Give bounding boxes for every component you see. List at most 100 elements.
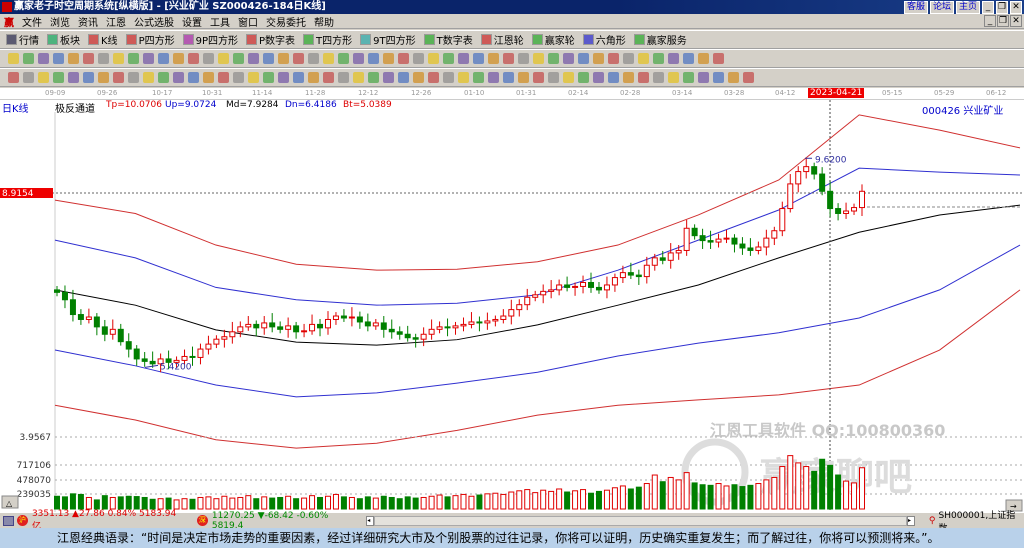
scroll-right-button[interactable]: ▸: [906, 515, 915, 526]
tool-icon[interactable]: [593, 72, 604, 83]
tool-icon[interactable]: [503, 53, 514, 64]
toolbar-button-4[interactable]: 9P四方形: [182, 32, 238, 47]
mdi-minimize-button[interactable]: _: [984, 15, 996, 27]
minimize-button[interactable]: _: [982, 1, 994, 14]
toolbar-button-12[interactable]: 赢家服务: [633, 32, 687, 47]
toolbar-button-7[interactable]: 9T四方形: [360, 32, 416, 47]
tool-icon[interactable]: [503, 72, 514, 83]
tool-icon[interactable]: [278, 53, 289, 64]
tool-icon[interactable]: [68, 53, 79, 64]
tool-icon[interactable]: [488, 53, 499, 64]
tool-icon[interactable]: [518, 53, 529, 64]
tool-icon[interactable]: [563, 53, 574, 64]
tool-icon[interactable]: [413, 72, 424, 83]
tool-icon[interactable]: [233, 53, 244, 64]
tool-icon[interactable]: [413, 53, 424, 64]
tool-icon[interactable]: [563, 72, 574, 83]
tool-icon[interactable]: [68, 72, 79, 83]
tool-icon[interactable]: [638, 53, 649, 64]
menu-help[interactable]: 帮助: [314, 14, 334, 29]
tool-icon[interactable]: [338, 53, 349, 64]
calculator-icon[interactable]: [3, 515, 14, 526]
tool-icon[interactable]: [578, 53, 589, 64]
mdi-close-button[interactable]: ✕: [1010, 15, 1022, 27]
tool-icon[interactable]: [428, 72, 439, 83]
toolbar-button-11[interactable]: 六角形: [582, 32, 626, 47]
toolbar-button-6[interactable]: T四方形: [303, 32, 352, 47]
toolbar-button-3[interactable]: P四方形: [125, 32, 175, 47]
tool-icon[interactable]: [218, 53, 229, 64]
tool-icon[interactable]: [38, 53, 49, 64]
tool-icon[interactable]: [668, 72, 679, 83]
tool-icon[interactable]: [683, 72, 694, 83]
tool-icon[interactable]: [473, 53, 484, 64]
tool-icon[interactable]: [293, 53, 304, 64]
menu-news[interactable]: 资讯: [78, 14, 98, 29]
tool-icon[interactable]: [173, 72, 184, 83]
tool-icon[interactable]: [428, 53, 439, 64]
tool-icon[interactable]: [668, 53, 679, 64]
tool-icon[interactable]: [338, 72, 349, 83]
tool-icon[interactable]: [728, 72, 739, 83]
tool-icon[interactable]: [713, 72, 724, 83]
tool-icon[interactable]: [383, 53, 394, 64]
tool-icon[interactable]: [443, 72, 454, 83]
tool-icon[interactable]: [458, 53, 469, 64]
menu-gann[interactable]: 江恩: [106, 14, 126, 29]
tool-icon[interactable]: [98, 53, 109, 64]
menu-trade[interactable]: 交易委托: [266, 14, 306, 29]
kline-chart[interactable]: 3.9567 717106 478070 239035 江恩工具软件 QQ:100800…: [0, 100, 1024, 512]
tool-icon[interactable]: [653, 53, 664, 64]
tool-icon[interactable]: [518, 72, 529, 83]
tool-icon[interactable]: [398, 53, 409, 64]
tool-icon[interactable]: [188, 72, 199, 83]
tool-icon[interactable]: [23, 53, 34, 64]
tool-icon[interactable]: [533, 53, 544, 64]
tool-icon[interactable]: [83, 72, 94, 83]
menu-file[interactable]: 文件: [22, 14, 42, 29]
menu-window[interactable]: 窗口: [238, 14, 258, 29]
tool-icon[interactable]: [308, 53, 319, 64]
tool-icon[interactable]: [443, 53, 454, 64]
link-service[interactable]: 客服: [903, 1, 928, 14]
tool-icon[interactable]: [203, 72, 214, 83]
tool-icon[interactable]: [128, 72, 139, 83]
tool-icon[interactable]: [218, 72, 229, 83]
tool-icon[interactable]: [113, 53, 124, 64]
tool-icon[interactable]: [593, 53, 604, 64]
tool-icon[interactable]: [473, 72, 484, 83]
tool-icon[interactable]: [623, 72, 634, 83]
tool-icon[interactable]: [368, 72, 379, 83]
tool-icon[interactable]: [248, 72, 259, 83]
tool-icon[interactable]: [23, 72, 34, 83]
toolbar-button-2[interactable]: K线: [88, 32, 118, 47]
tool-icon[interactable]: [743, 72, 754, 83]
tool-icon[interactable]: [533, 72, 544, 83]
tool-icon[interactable]: [173, 53, 184, 64]
toolbar-button-1[interactable]: 板块: [47, 32, 80, 47]
link-home[interactable]: 主页: [955, 1, 980, 14]
tool-icon[interactable]: [368, 53, 379, 64]
tool-icon[interactable]: [398, 72, 409, 83]
tool-icon[interactable]: [608, 72, 619, 83]
tool-icon[interactable]: [143, 72, 154, 83]
scrollbar-track[interactable]: [374, 515, 907, 526]
tool-icon[interactable]: [698, 72, 709, 83]
menu-browse[interactable]: 浏览: [50, 14, 70, 29]
tool-icon[interactable]: [263, 53, 274, 64]
tool-icon[interactable]: [308, 72, 319, 83]
tool-icon[interactable]: [608, 53, 619, 64]
toolbar-button-5[interactable]: P数字表: [246, 32, 295, 47]
tool-icon[interactable]: [323, 72, 334, 83]
link-forum[interactable]: 论坛: [929, 1, 954, 14]
tool-icon[interactable]: [53, 53, 64, 64]
toolbar-button-10[interactable]: 赢家轮: [531, 32, 575, 47]
tool-icon[interactable]: [278, 72, 289, 83]
tool-icon[interactable]: [653, 72, 664, 83]
tool-icon[interactable]: [128, 53, 139, 64]
toolbar-button-0[interactable]: 行情: [6, 32, 39, 47]
restore-button[interactable]: ❐: [996, 1, 1008, 14]
tool-icon[interactable]: [458, 72, 469, 83]
tool-icon[interactable]: [158, 72, 169, 83]
tool-icon[interactable]: [548, 53, 559, 64]
